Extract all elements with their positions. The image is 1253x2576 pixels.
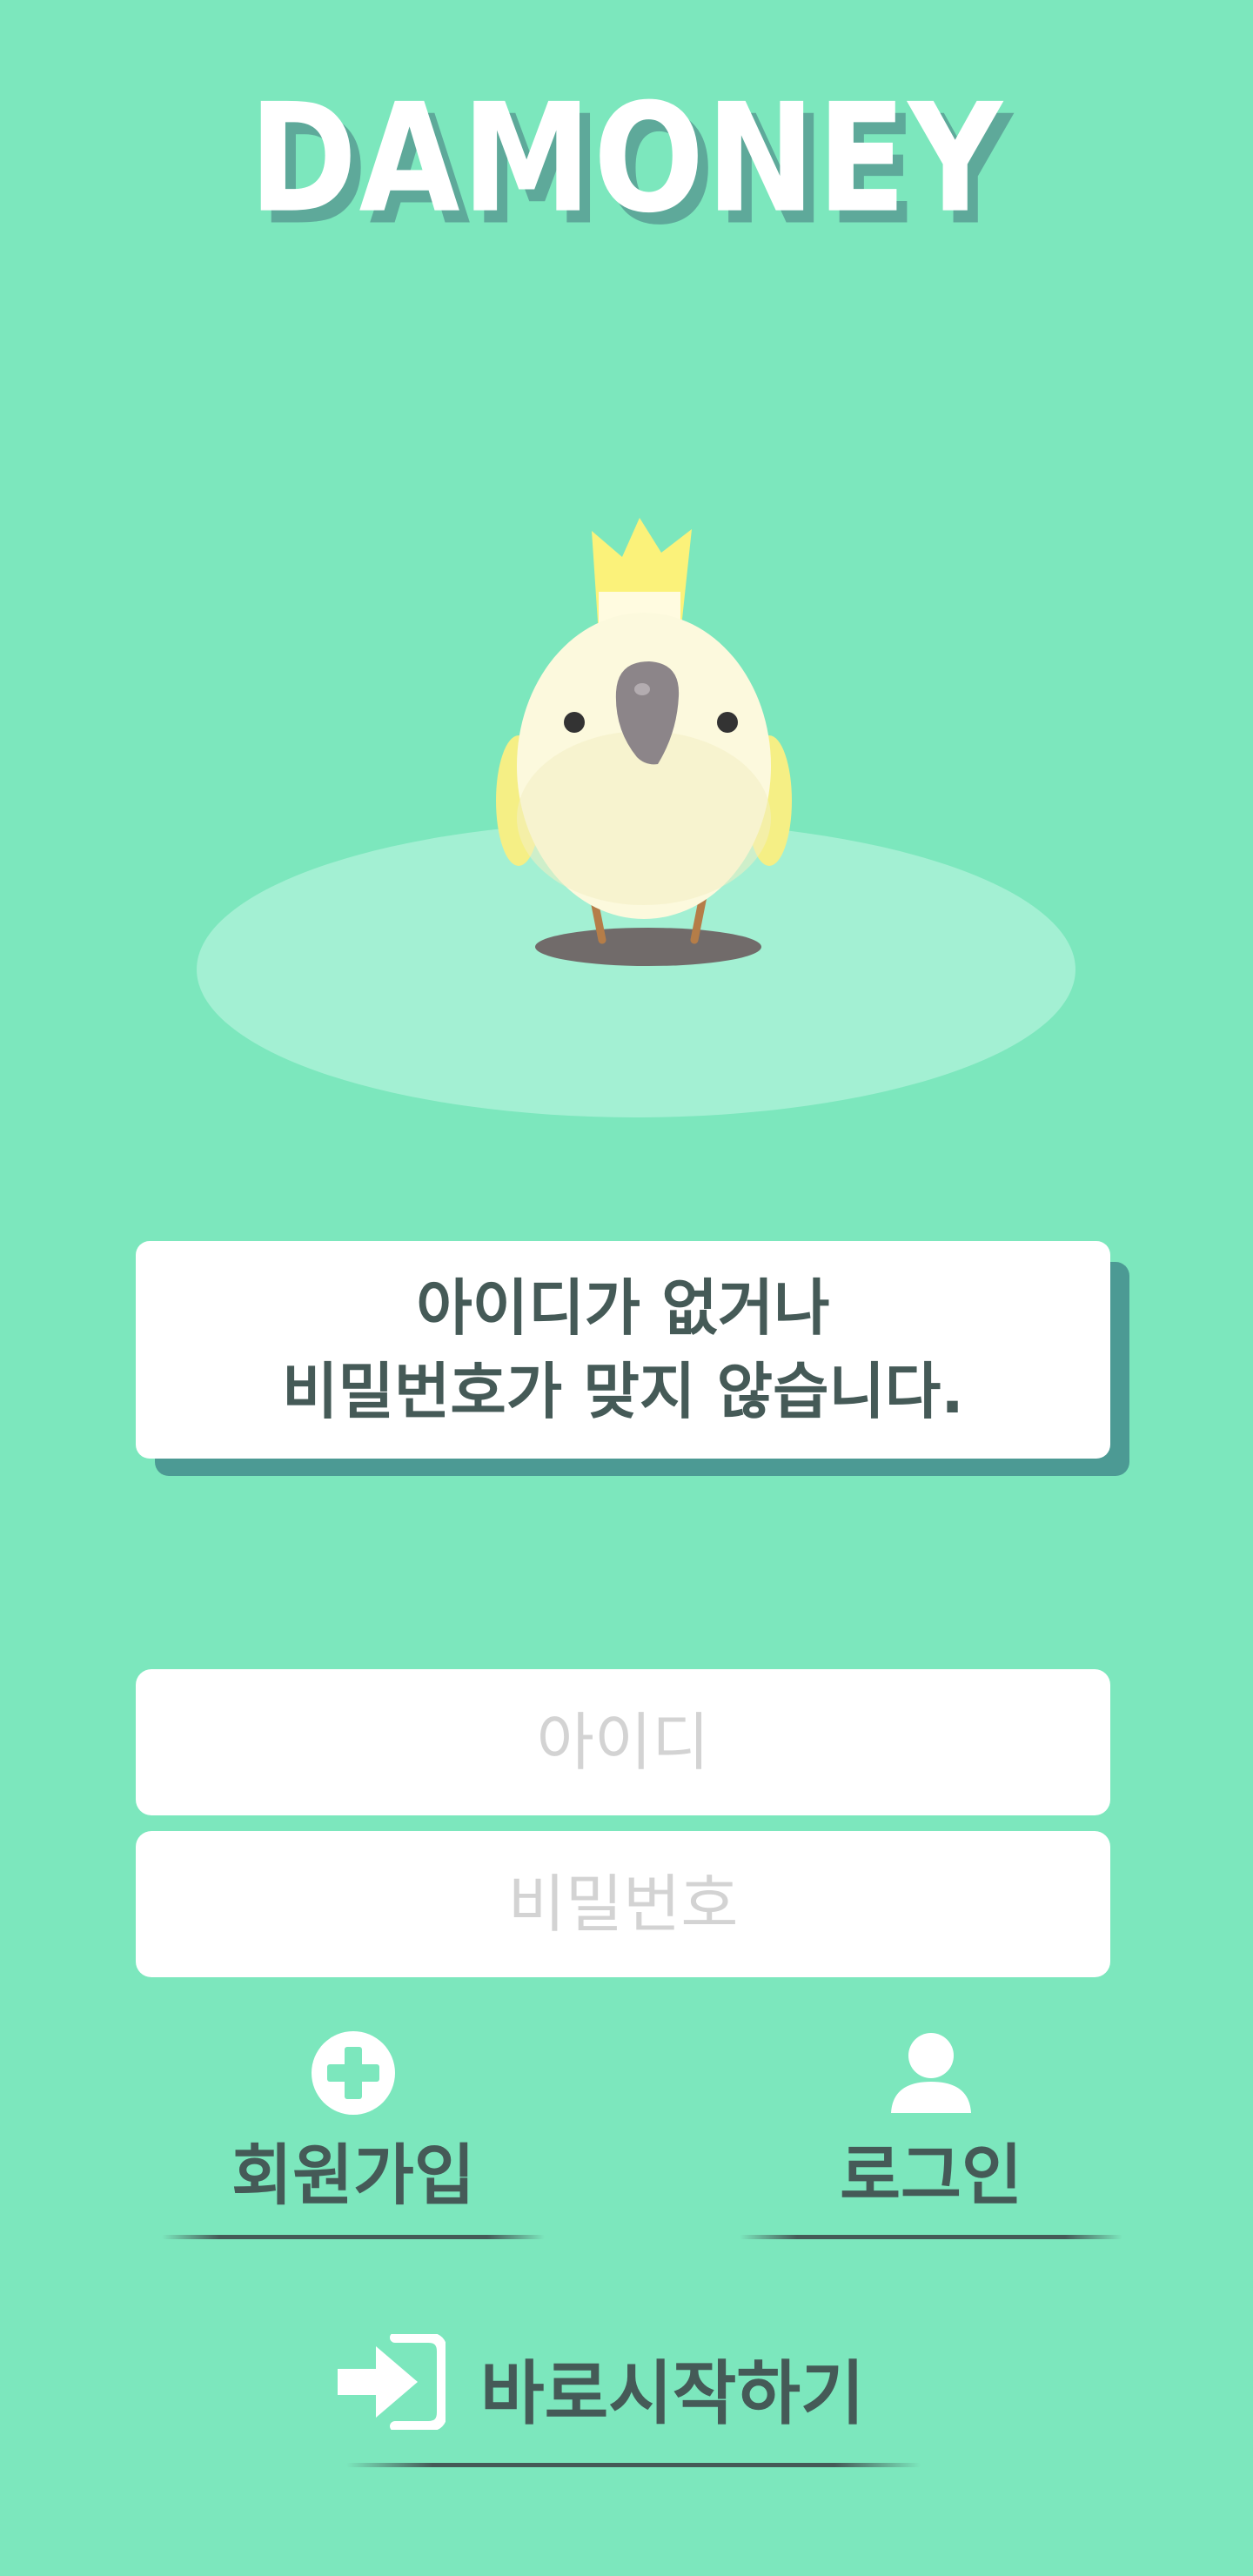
id-input[interactable] xyxy=(136,1669,1110,1815)
quick-start-underline xyxy=(346,2463,921,2467)
alert-line-1: 아이디가 없거나 xyxy=(416,1272,830,1344)
signup-underline xyxy=(162,2235,545,2239)
quick-start-button[interactable]: 바로시작하기 xyxy=(334,2325,926,2447)
mascot-cockatoo xyxy=(496,518,792,966)
alert-line-2: 비밀번호가 맞지 않습니다. xyxy=(282,1356,964,1427)
error-alert: 아이디가 없거나 비밀번호가 맞지 않습니다. xyxy=(136,1241,1110,1459)
signup-button[interactable]: 회원가입 xyxy=(162,2019,545,2228)
user-icon xyxy=(891,2033,971,2113)
quick-start-label: 바로시작하기 xyxy=(480,2353,865,2434)
login-label: 로그인 xyxy=(840,2137,1022,2214)
enter-arrow-icon xyxy=(338,2334,446,2430)
signup-label: 회원가입 xyxy=(231,2137,475,2214)
login-underline xyxy=(740,2235,1122,2239)
password-input[interactable] xyxy=(136,1831,1110,1977)
plus-circle-icon xyxy=(312,2031,395,2115)
login-button[interactable]: 로그인 xyxy=(740,2019,1122,2228)
app-logo: DAMONEY xyxy=(248,71,1004,247)
